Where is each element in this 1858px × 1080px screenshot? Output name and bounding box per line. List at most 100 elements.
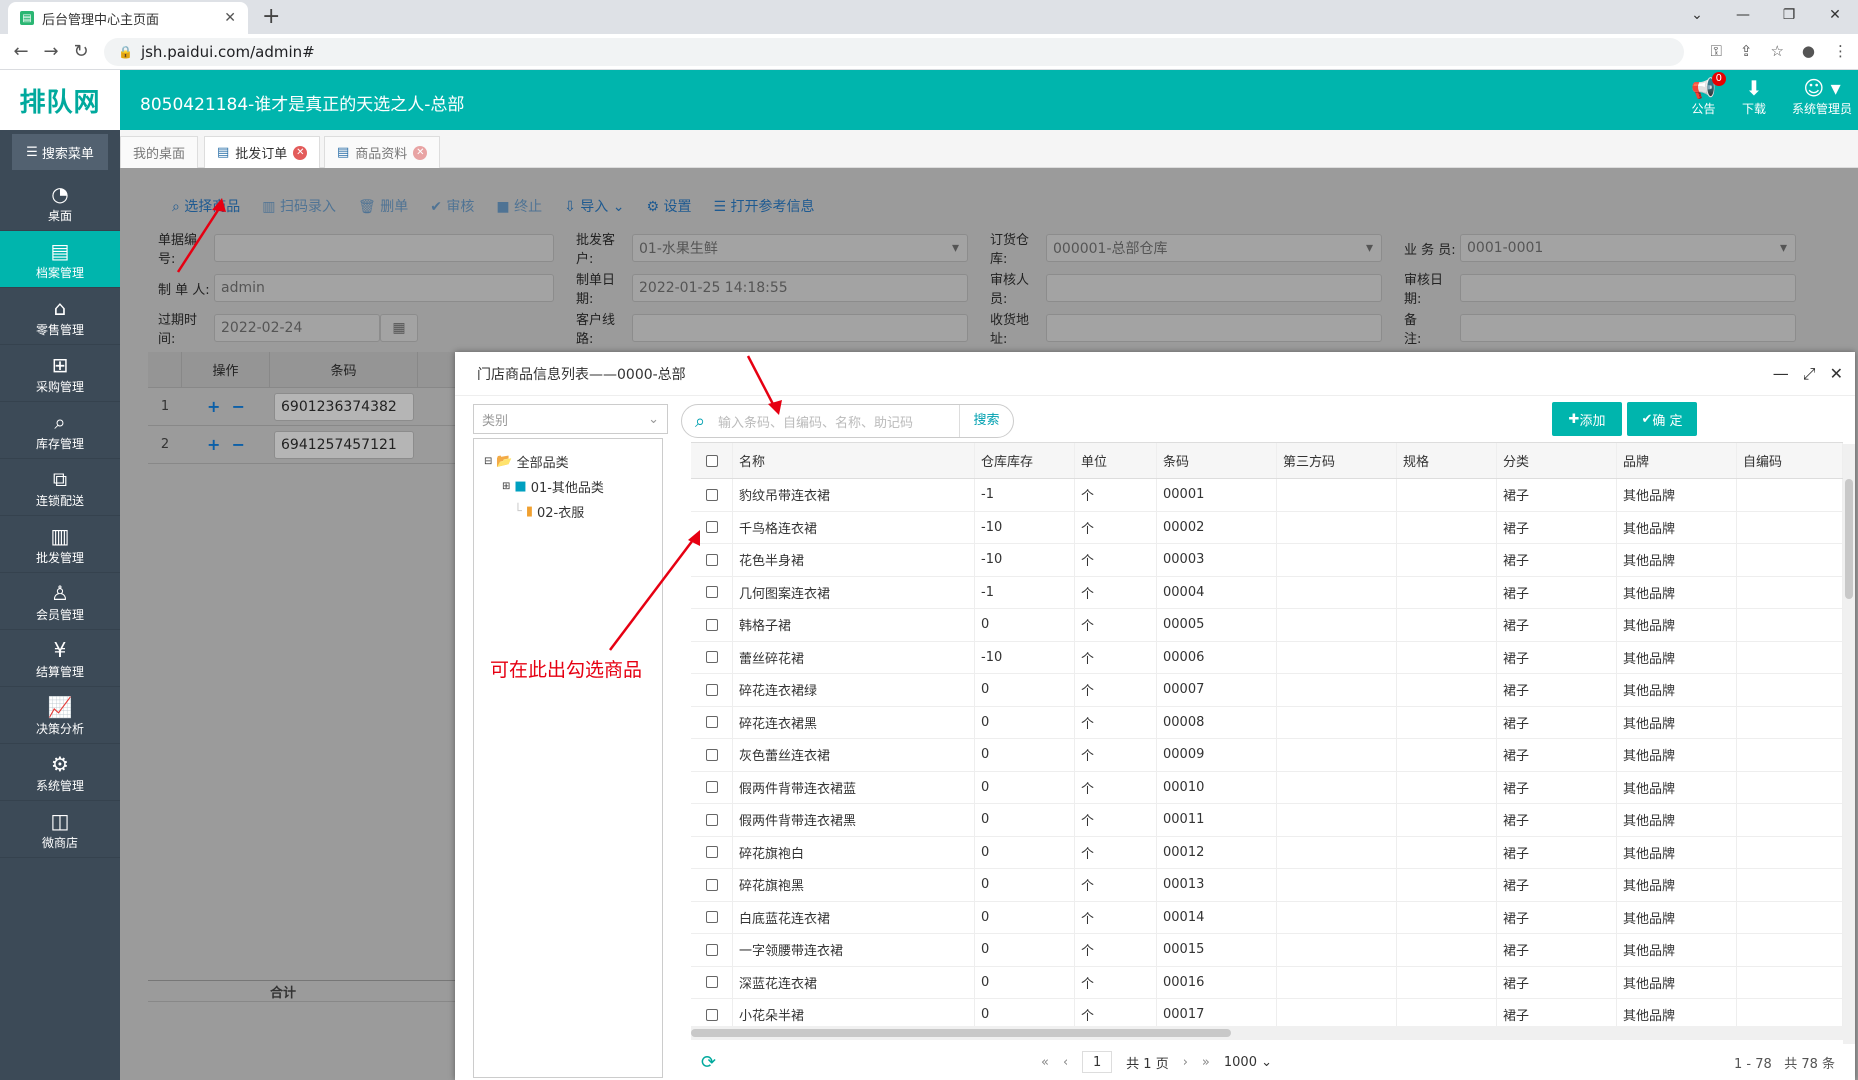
sidebar-item-wholesale[interactable]: ▥ 批发管理 — [0, 516, 120, 573]
table-row[interactable]: 几何图案连衣裙 -1 个 00004 裙子 其他品牌 — [691, 576, 1843, 609]
row-checkbox[interactable] — [705, 553, 718, 566]
row-checkbox[interactable] — [705, 651, 718, 664]
sidebar-item-desktop[interactable]: ◔ 桌面 — [0, 174, 120, 231]
sidebar-item-chain[interactable]: ⧉ 连锁配送 — [0, 459, 120, 516]
column-header[interactable]: 第三方码 — [1277, 443, 1397, 478]
collapse-icon[interactable]: ⊟ — [484, 456, 492, 467]
remark-field[interactable] — [1460, 314, 1796, 342]
column-header[interactable]: 仓库库存 — [975, 443, 1075, 478]
row-checkbox-cell[interactable] — [691, 511, 733, 543]
browser-tab[interactable]: ▤ 后台管理中心主页面 ✕ — [8, 2, 248, 34]
table-row[interactable]: 蕾丝碎花裙 -10 个 00006 裙子 其他品牌 — [691, 641, 1843, 674]
row-checkbox[interactable] — [705, 748, 718, 761]
search-input[interactable]: 输入条码、自编码、名称、助记码 — [718, 412, 959, 431]
tab-wholesale-order[interactable]: ▤ 批发订单 ✕ — [204, 136, 321, 168]
back-icon[interactable]: ← — [6, 41, 36, 62]
new-tab-button[interactable]: + — [262, 4, 280, 29]
close-icon[interactable]: ✕ — [1830, 364, 1843, 384]
announcement-button[interactable]: 📢 0 公告 — [1691, 72, 1726, 117]
key-icon[interactable]: ⚿ — [1710, 42, 1721, 60]
row-checkbox-cell[interactable] — [691, 479, 733, 511]
table-row[interactable]: 深蓝花连衣裙 0 个 00016 裙子 其他品牌 — [691, 966, 1843, 999]
first-page-icon[interactable]: « — [1041, 1055, 1049, 1070]
row-checkbox-cell[interactable] — [691, 804, 733, 836]
profile-icon[interactable]: ● — [1802, 42, 1815, 60]
table-row[interactable]: 灰色蕾丝连衣裙 0 个 00009 裙子 其他品牌 — [691, 739, 1843, 772]
search-button[interactable]: 搜索 — [959, 405, 1013, 437]
category-select[interactable]: 类别 ⌄ — [473, 404, 668, 434]
row-checkbox-cell[interactable] — [691, 641, 733, 673]
add-button[interactable]: ✚ 添加 — [1552, 402, 1622, 436]
row-checkbox-cell[interactable] — [691, 674, 733, 706]
row-checkbox-cell[interactable] — [691, 869, 733, 901]
minimize-icon[interactable]: — — [1773, 364, 1789, 384]
column-header[interactable]: 自编码 — [1737, 443, 1843, 478]
warehouse-select[interactable]: 000001-总部仓库 ▾ — [1046, 234, 1382, 262]
table-row[interactable]: 韩格子裙 0 个 00005 裙子 其他品牌 — [691, 609, 1843, 642]
close-window-button[interactable]: ✕ — [1812, 0, 1858, 30]
sidebar-item-settlement[interactable]: ¥ 结算管理 — [0, 630, 120, 687]
tree-node-all[interactable]: ⊟ 📂 全部品类 — [484, 449, 652, 474]
table-row[interactable]: 白底蓝花连衣裙 0 个 00014 裙子 其他品牌 — [691, 901, 1843, 934]
row-checkbox[interactable] — [705, 618, 718, 631]
row-checkbox[interactable] — [705, 813, 718, 826]
row-checkbox[interactable] — [705, 521, 718, 534]
row-checkbox-cell[interactable] — [691, 739, 733, 771]
sidebar-item-microshop[interactable]: ◫ 微商店 — [0, 801, 120, 858]
refresh-icon[interactable]: ⟳ — [701, 1052, 716, 1073]
table-row[interactable]: 碎花连衣裙绿 0 个 00007 裙子 其他品牌 — [691, 674, 1843, 707]
row-checkbox-cell[interactable] — [691, 934, 733, 966]
table-row[interactable]: 碎花旗袍白 0 个 00012 裙子 其他品牌 — [691, 836, 1843, 869]
row-add-remove[interactable]: + − — [182, 435, 270, 454]
row-checkbox[interactable] — [705, 943, 718, 956]
tree-node-clothes[interactable]: └ ▮ 02-衣服 — [484, 499, 652, 524]
tab-search-icon[interactable]: ⌄ — [1674, 0, 1720, 30]
sidebar-item-archive[interactable]: ▤ 档案管理 — [0, 231, 120, 288]
url-field[interactable]: 🔒 jsh.paidui.com/admin# — [104, 38, 1684, 66]
reload-icon[interactable]: ↻ — [66, 41, 96, 62]
expire-field[interactable]: 2022-02-24 — [214, 314, 380, 342]
download-button[interactable]: ⬇ 下载 — [1742, 76, 1766, 117]
horizontal-scrollbar[interactable] — [691, 1026, 1843, 1040]
sidebar-item-purchase[interactable]: ⊞ 采购管理 — [0, 345, 120, 402]
search-menu-button[interactable]: ☰ 搜索菜单 — [12, 134, 108, 170]
row-checkbox[interactable] — [705, 781, 718, 794]
doc-no-field[interactable] — [214, 234, 554, 262]
close-tab-icon[interactable]: ✕ — [224, 10, 236, 26]
maximize-icon[interactable]: ⤢ — [1803, 364, 1816, 384]
row-checkbox-cell[interactable] — [691, 576, 733, 608]
settings-button[interactable]: ⚙ 设置 — [646, 196, 691, 216]
tab-desktop[interactable]: 我的桌面 — [120, 136, 199, 168]
column-header[interactable]: 分类 — [1497, 443, 1617, 478]
forward-icon[interactable]: → — [36, 41, 66, 62]
address-field[interactable] — [1046, 314, 1382, 342]
row-checkbox[interactable] — [705, 976, 718, 989]
kebab-menu-icon[interactable]: ⋮ — [1833, 42, 1848, 60]
audit-button[interactable]: ✔ 审核 — [430, 196, 474, 216]
table-row[interactable]: 假两件背带连衣裙蓝 0 个 00010 裙子 其他品牌 — [691, 771, 1843, 804]
row-checkbox-cell[interactable] — [691, 544, 733, 576]
row-barcode-field[interactable]: 6901236374382 — [274, 392, 414, 421]
maximize-button[interactable]: ❐ — [1766, 0, 1812, 30]
open-reference-button[interactable]: ☰ 打开参考信息 — [713, 196, 814, 216]
table-row[interactable]: 碎花连衣裙黑 0 个 00008 裙子 其他品牌 — [691, 706, 1843, 739]
row-checkbox-cell[interactable] — [691, 901, 733, 933]
expand-icon[interactable]: ⊞ — [502, 481, 510, 492]
page-input[interactable]: 1 — [1082, 1051, 1113, 1073]
table-row[interactable]: 假两件背带连衣裙黑 0 个 00011 裙子 其他品牌 — [691, 804, 1843, 837]
table-row[interactable]: 花色半身裙 -10 个 00003 裙子 其他品牌 — [691, 544, 1843, 577]
sidebar-item-analysis[interactable]: 📈 决策分析 — [0, 687, 120, 744]
tree-node-other[interactable]: ⊞ ■ 01-其他品类 — [484, 474, 652, 499]
table-row[interactable]: 一字领腰带连衣裙 0 个 00015 裙子 其他品牌 — [691, 934, 1843, 967]
row-checkbox-cell[interactable] — [691, 771, 733, 803]
row-barcode-field[interactable]: 6941257457121 — [274, 430, 414, 459]
row-checkbox[interactable] — [705, 878, 718, 891]
page-size-select[interactable]: 1000 ⌄ — [1224, 1055, 1272, 1070]
row-checkbox[interactable] — [705, 488, 718, 501]
row-add-remove[interactable]: + − — [182, 397, 270, 416]
row-checkbox[interactable] — [705, 716, 718, 729]
last-page-icon[interactable]: » — [1202, 1055, 1210, 1070]
row-checkbox-cell[interactable] — [691, 836, 733, 868]
table-row[interactable]: 千鸟格连衣裙 -10 个 00002 裙子 其他品牌 — [691, 511, 1843, 544]
select-all-checkbox[interactable] — [705, 454, 718, 467]
